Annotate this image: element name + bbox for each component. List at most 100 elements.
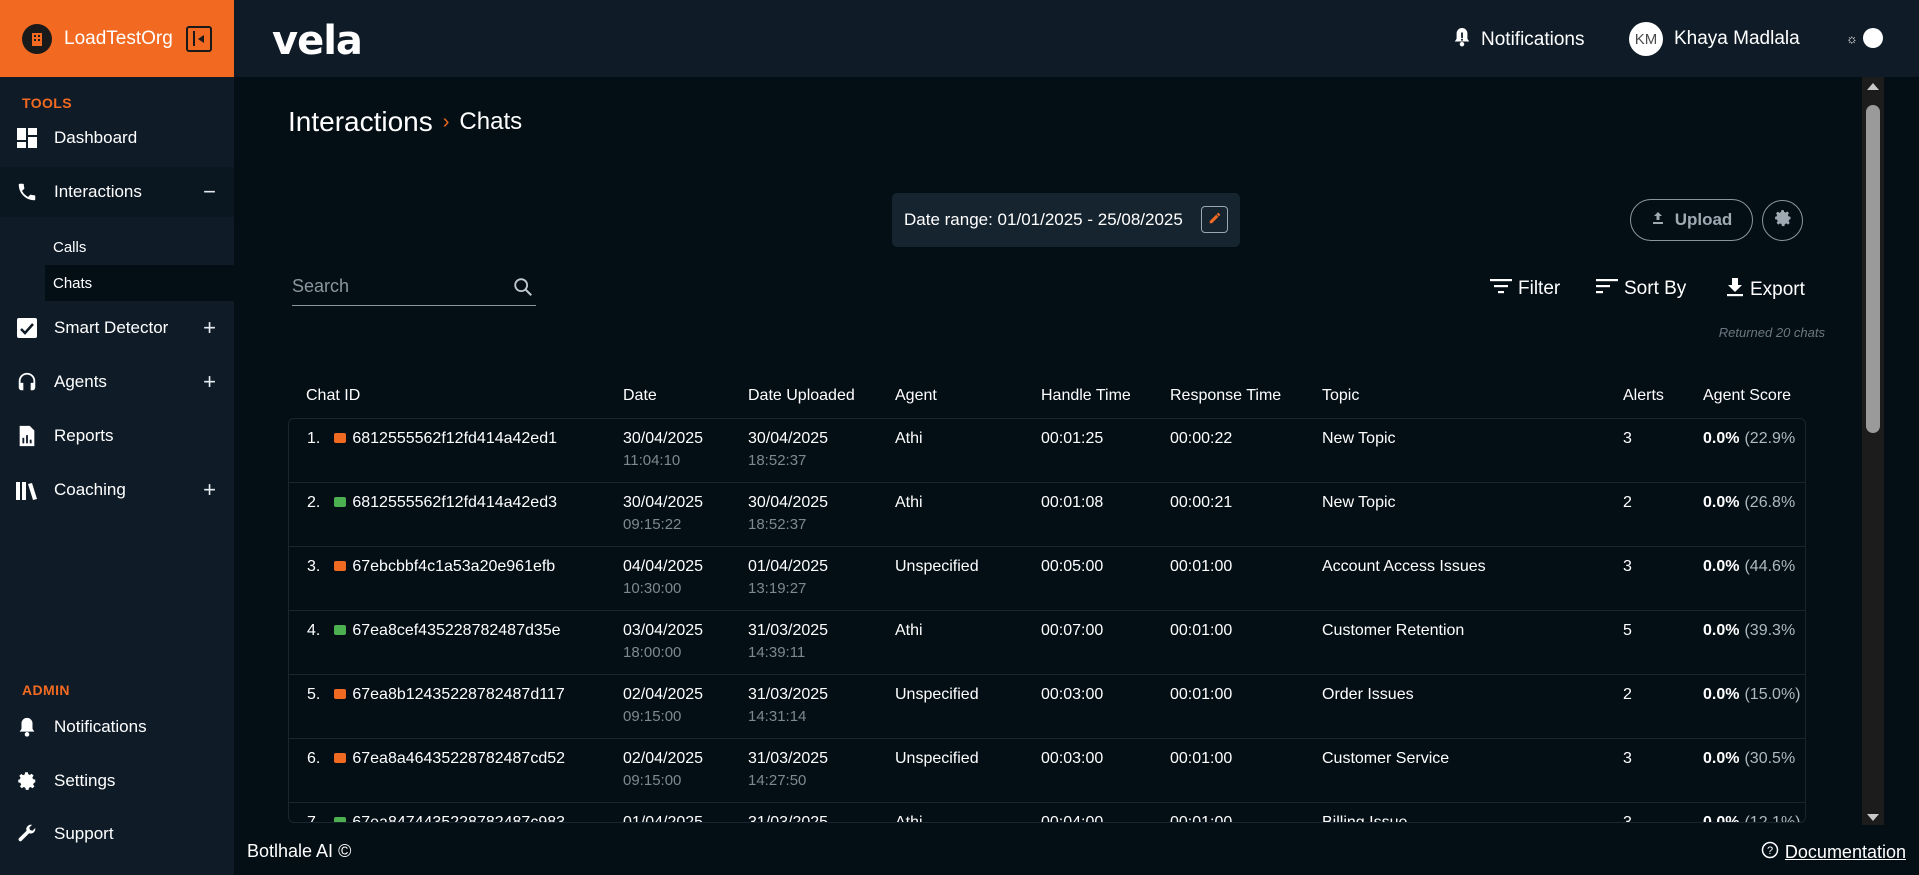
- column-header[interactable]: Agent Score: [1703, 387, 1791, 405]
- alerts-cell: 3: [1623, 558, 1632, 576]
- chat-id[interactable]: 67ea8b12435228782487d117: [352, 686, 564, 703]
- user-name[interactable]: Khaya Madlala: [1674, 28, 1800, 50]
- sidebar-item-support[interactable]: Support: [0, 809, 234, 859]
- sidebar-item-settings[interactable]: Settings: [0, 756, 234, 806]
- brand-logo[interactable]: vela: [272, 18, 363, 64]
- sidebar-item-notifications[interactable]: Notifications: [0, 702, 234, 752]
- bell-icon: [15, 715, 39, 739]
- handle-value: 00:03:00: [1041, 750, 1104, 767]
- agent-score: 0.0%: [1703, 494, 1740, 511]
- table-row[interactable]: 7. 67ea8474435228782487c983 01/04/2025 31/0…: [289, 803, 1805, 823]
- date-range-label: Date range: 01/01/2025 - 25/08/2025: [904, 210, 1183, 229]
- table-row[interactable]: 4. 67ea8cef435228782487d35e 03/04/2025 18:0…: [289, 611, 1805, 675]
- filter-button[interactable]: Filter: [1490, 277, 1560, 301]
- row-number: 4.: [307, 622, 321, 639]
- column-header[interactable]: Response Time: [1170, 387, 1281, 405]
- org-building-icon: [22, 23, 52, 54]
- search-icon[interactable]: [512, 276, 534, 303]
- sort-button[interactable]: Sort By: [1596, 277, 1686, 301]
- table-row[interactable]: 2. 6812555562f12fd414a42ed3 30/04/2025 09:1…: [289, 483, 1805, 547]
- handle-cell: 00:04:00: [1041, 814, 1104, 823]
- breadcrumb-interactions[interactable]: Interactions: [288, 106, 433, 138]
- column-header[interactable]: Handle Time: [1041, 387, 1131, 405]
- chat-id[interactable]: 6812555562f12fd414a42ed3: [352, 494, 557, 511]
- table-row[interactable]: 5. 67ea8b12435228782487d117 02/04/2025 09:1…: [289, 675, 1805, 739]
- date-value: 04/04/2025: [623, 558, 704, 575]
- column-header[interactable]: Alerts: [1623, 387, 1664, 405]
- scroll-up-icon[interactable]: [1867, 83, 1879, 90]
- handle-value: 00:04:00: [1041, 814, 1104, 823]
- column-header[interactable]: Chat ID: [306, 387, 360, 405]
- table-header: Chat ID Date Date Uploaded Agent Handle …: [288, 383, 1806, 413]
- sidebar-item-smart-detector[interactable]: Smart Detector +: [0, 303, 234, 353]
- settings-gear-button[interactable]: [1762, 200, 1803, 241]
- org-name[interactable]: LoadTestOrg: [64, 28, 173, 50]
- column-header[interactable]: Date: [623, 387, 657, 405]
- chat-id[interactable]: 67ebcbbf4c1a53a20e961efb: [352, 558, 555, 575]
- agent-score: 0.0%: [1703, 814, 1740, 823]
- agent-value: Unspecified: [895, 750, 979, 767]
- response-value: 00:01:00: [1170, 750, 1233, 767]
- scroll-down-icon[interactable]: [1867, 814, 1879, 821]
- search-input[interactable]: [292, 270, 492, 302]
- sidebar-subitem-calls[interactable]: Calls: [45, 229, 234, 265]
- chat-id[interactable]: 67ea8a46435228782487cd52: [352, 750, 565, 767]
- agent-score-cell: 0.0% (15.0%): [1703, 686, 1801, 704]
- column-header[interactable]: Topic: [1322, 387, 1359, 405]
- chat-id[interactable]: 67ea8474435228782487c983: [352, 814, 565, 822]
- edit-date-range-button[interactable]: [1201, 206, 1228, 233]
- uploaded-cell: 31/03/2025 14:31:14: [748, 686, 828, 725]
- agent-score: 0.0%: [1703, 750, 1740, 767]
- export-button[interactable]: Export: [1726, 277, 1805, 303]
- agent-score-percent: (39.3%: [1744, 622, 1796, 639]
- chat-id[interactable]: 67ea8cef435228782487d35e: [352, 622, 560, 639]
- agent-value: Unspecified: [895, 686, 979, 703]
- alerts-cell: 5: [1623, 622, 1632, 640]
- sidebar-subitem-chats[interactable]: Chats: [45, 265, 234, 301]
- table-row[interactable]: 3. 67ebcbbf4c1a53a20e961efb 04/04/2025 10:3…: [289, 547, 1805, 611]
- uploaded-value: 31/03/2025: [748, 814, 829, 823]
- sidebar-item-agents[interactable]: Agents +: [0, 357, 234, 407]
- chat-id-cell: 6. 67ea8a46435228782487cd52: [307, 750, 565, 768]
- footer: Botlhale AI © ? Documentation: [234, 825, 1919, 875]
- notifications-button[interactable]: Notifications: [1453, 26, 1585, 54]
- avatar[interactable]: KM: [1629, 22, 1663, 56]
- documentation-link[interactable]: ? Documentation: [1761, 841, 1906, 864]
- scrollbar-thumb[interactable]: [1866, 105, 1880, 433]
- pencil-icon: [1208, 210, 1222, 230]
- column-header[interactable]: Agent: [895, 387, 937, 405]
- agent-score-percent: (12.1%): [1744, 814, 1801, 823]
- alerts-cell: 3: [1623, 814, 1632, 822]
- topic-cell: Customer Service: [1322, 750, 1449, 768]
- sidebar-item-reports[interactable]: Reports: [0, 411, 234, 461]
- collapse-section-icon[interactable]: −: [203, 179, 216, 205]
- response-cell: 00:01:00: [1170, 814, 1232, 822]
- collapse-sidebar-icon[interactable]: [186, 25, 212, 52]
- alerts-value: 3: [1623, 430, 1632, 447]
- agent-score-percent: (15.0%): [1744, 686, 1801, 703]
- phone-icon: [15, 180, 39, 204]
- scrollbar[interactable]: [1862, 77, 1884, 825]
- upload-button[interactable]: Upload: [1630, 199, 1753, 241]
- table-row[interactable]: 1. 6812555562f12fd414a42ed1 30/04/2025 11:0…: [289, 419, 1805, 483]
- column-header[interactable]: Date Uploaded: [748, 387, 855, 405]
- alerts-value: 2: [1623, 686, 1632, 703]
- topic-cell: Customer Retention: [1322, 622, 1464, 640]
- export-label: Export: [1750, 279, 1805, 300]
- expand-section-icon[interactable]: +: [203, 315, 216, 341]
- expand-section-icon[interactable]: +: [203, 477, 216, 503]
- upload-icon: [1651, 210, 1665, 230]
- expand-section-icon[interactable]: +: [203, 369, 216, 395]
- uploaded-value: 30/04/2025: [748, 494, 829, 511]
- chat-id[interactable]: 6812555562f12fd414a42ed1: [352, 430, 557, 447]
- row-number: 7.: [307, 814, 321, 823]
- uploaded_time-value: 18:52:37: [748, 452, 807, 469]
- table-row[interactable]: 6. 67ea8a46435228782487cd52 02/04/2025 09:1…: [289, 739, 1805, 803]
- sidebar-item-interactions[interactable]: Interactions −: [0, 167, 234, 217]
- sidebar-item-coaching[interactable]: Coaching +: [0, 465, 234, 515]
- alerts-value: 5: [1623, 622, 1632, 639]
- handle-value: 00:05:00: [1041, 558, 1104, 575]
- agent-score-percent: (44.6%: [1744, 558, 1796, 575]
- sidebar-item-dashboard[interactable]: Dashboard: [0, 113, 234, 163]
- theme-toggle[interactable]: ☼: [1846, 28, 1883, 48]
